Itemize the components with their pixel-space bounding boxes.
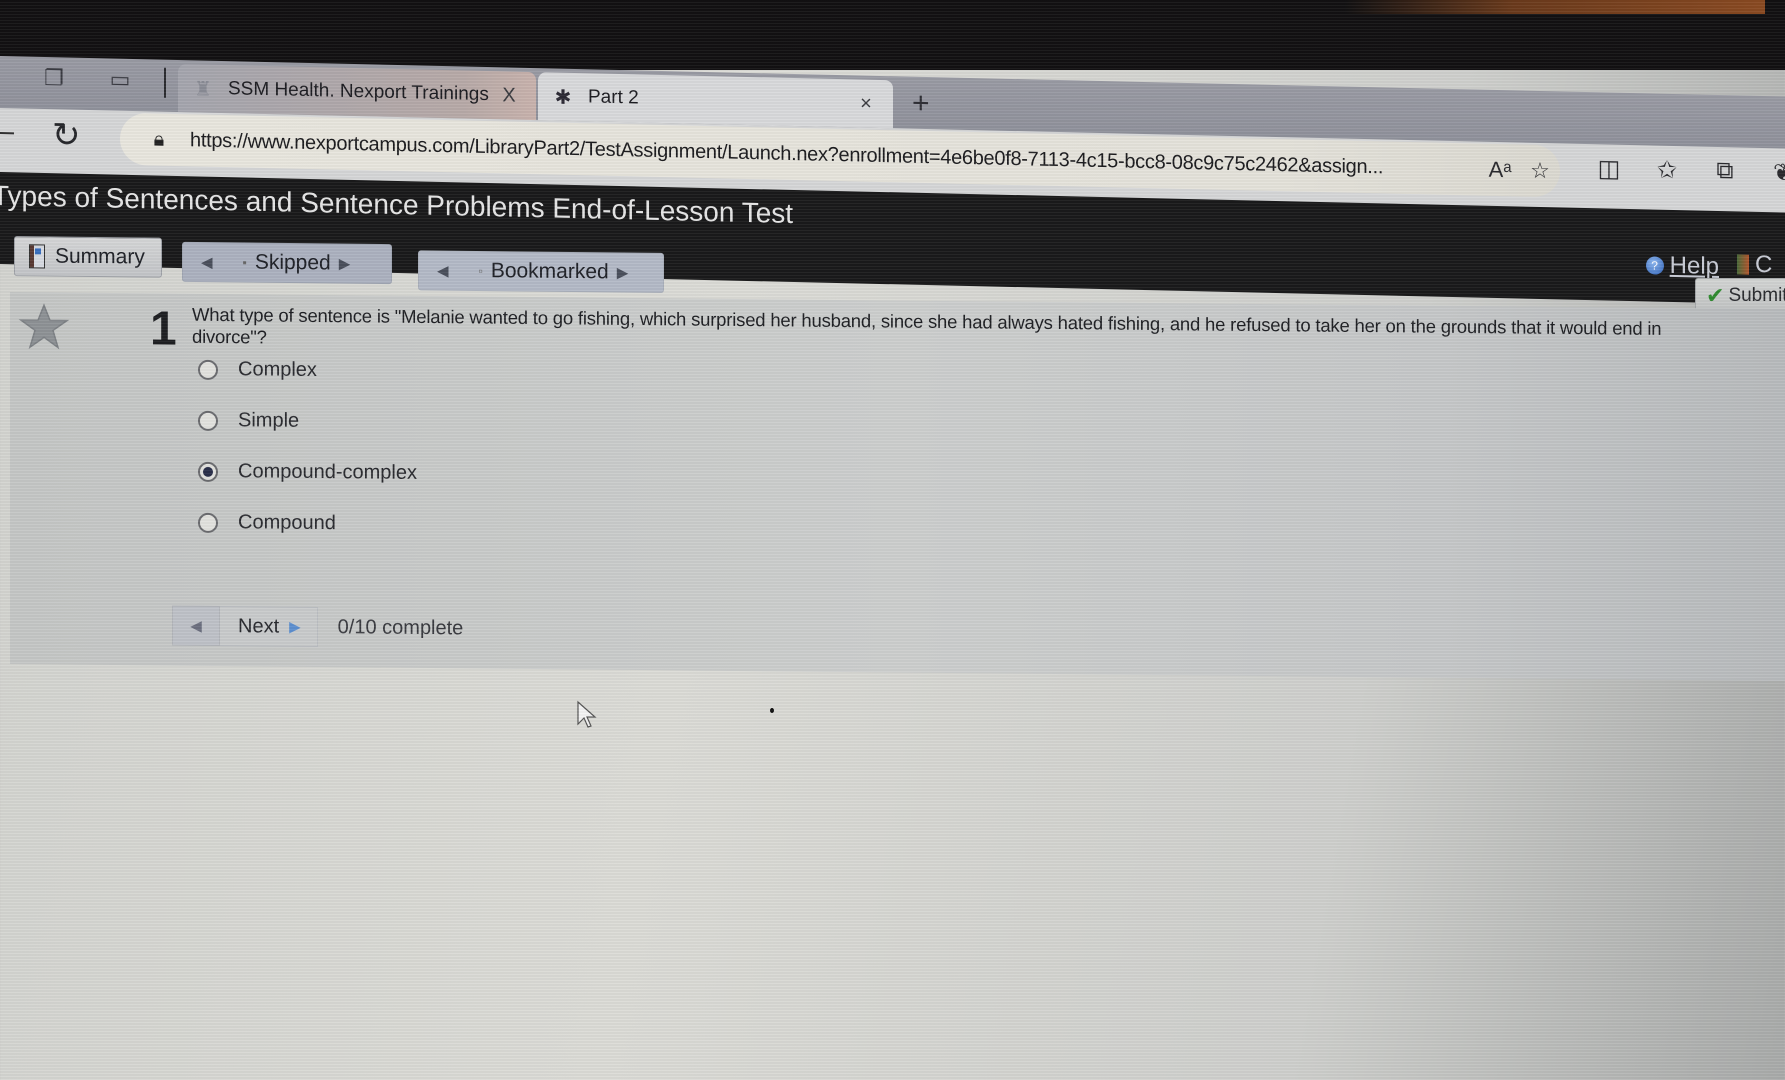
option-label: Compound-complex (238, 460, 417, 484)
nexport-favicon-icon: ✱ (554, 86, 572, 109)
reload-icon[interactable]: ↻ (52, 115, 81, 156)
monitor-bezel (0, 0, 1785, 70)
skipped-next-icon[interactable]: ▶ (339, 255, 351, 273)
radio-button[interactable] (198, 512, 218, 533)
option-label: Complex (238, 358, 317, 381)
next-label: Next (238, 614, 280, 638)
ambient-glow (1345, 0, 1765, 14)
question-panel: 1 What type of sentence is "Melanie want… (10, 292, 1785, 682)
answer-option[interactable]: Complex (198, 358, 317, 382)
summary-button[interactable]: Summary (14, 236, 162, 278)
screen-speck (770, 708, 774, 713)
back-icon[interactable] (0, 132, 14, 135)
radio-button[interactable] (198, 410, 218, 431)
question-pager: ◀ Next ▶ 0/10 complete (172, 605, 464, 649)
bookmarked-next-icon[interactable]: ▶ (617, 263, 629, 281)
submit-label: Submit (1728, 285, 1785, 306)
next-arrow-icon: ▶ (289, 618, 301, 636)
bookmarked-label: Bookmarked (490, 259, 609, 284)
page-title: Types of Sentences and Sentence Problems… (0, 179, 794, 229)
question-text: What type of sentence is "Melanie wanted… (192, 303, 1662, 348)
summary-label: Summary (55, 244, 145, 269)
bookmark-star-icon[interactable] (18, 302, 70, 350)
radio-button-selected[interactable] (198, 461, 218, 482)
bookmarked-icon: ▫ (478, 264, 483, 279)
next-button[interactable]: Next ▶ (220, 606, 318, 647)
bookmarked-nav[interactable]: ◀ ▫ Bookmarked ▶ (418, 250, 664, 293)
option-label: Simple (238, 409, 300, 432)
option-label: Compound (238, 511, 336, 535)
bookmarked-prev-icon[interactable]: ◀ (437, 262, 449, 280)
tab-separator (164, 67, 166, 98)
tab-actions-icon[interactable]: ▭ (106, 66, 134, 93)
answer-option[interactable]: Simple (198, 409, 299, 433)
skipped-label: Skipped (254, 250, 331, 275)
summary-icon (29, 244, 45, 269)
tab-label: Part 2 (588, 86, 639, 109)
radio-button[interactable] (198, 359, 218, 380)
tab-part-2[interactable]: ✱ Part 2 × (538, 72, 893, 129)
nexport-favicon-icon: ♜ (194, 77, 212, 101)
previous-button[interactable]: ◀ (172, 605, 220, 647)
copilot-icon[interactable]: ❦ (1754, 158, 1785, 188)
tab-label: SSM Health. Nexport Trainings (228, 78, 489, 106)
mouse-cursor-icon (577, 700, 597, 728)
favorites-list-icon[interactable]: ✩ (1638, 155, 1696, 185)
prev-arrow-icon: ◀ (190, 617, 202, 635)
tab-ssm-health[interactable]: ♜ SSM Health. Nexport Trainings X (178, 64, 536, 121)
new-tab-button[interactable]: + (912, 87, 930, 121)
answer-option[interactable]: Compound-complex (198, 460, 417, 485)
close-tab-icon[interactable]: × (853, 92, 879, 116)
checkmark-icon: ✔ (1706, 283, 1725, 308)
skipped-icon: ▪ (242, 255, 247, 270)
favorite-star-icon[interactable]: ☆ (1520, 157, 1560, 184)
lock-icon[interactable]: 🔒︎ (144, 128, 174, 152)
question-number: 1 (150, 302, 177, 356)
read-aloud-icon[interactable]: Aᵃ (1480, 157, 1520, 184)
skipped-nav[interactable]: ◀ ▪ Skipped ▶ (182, 241, 392, 285)
skipped-prev-icon[interactable]: ◀ (201, 253, 213, 271)
url-text[interactable]: https://www.nexportcampus.com/LibraryPar… (190, 129, 1480, 181)
answer-option[interactable]: Compound (198, 511, 336, 535)
collections-icon[interactable]: ⧉ (1696, 156, 1754, 186)
close-tab-icon[interactable]: X (496, 84, 522, 108)
workspaces-icon[interactable]: ❐ (40, 65, 68, 92)
split-screen-icon[interactable]: ◫ (1580, 154, 1638, 184)
progress-text: 0/10 complete (337, 615, 464, 639)
